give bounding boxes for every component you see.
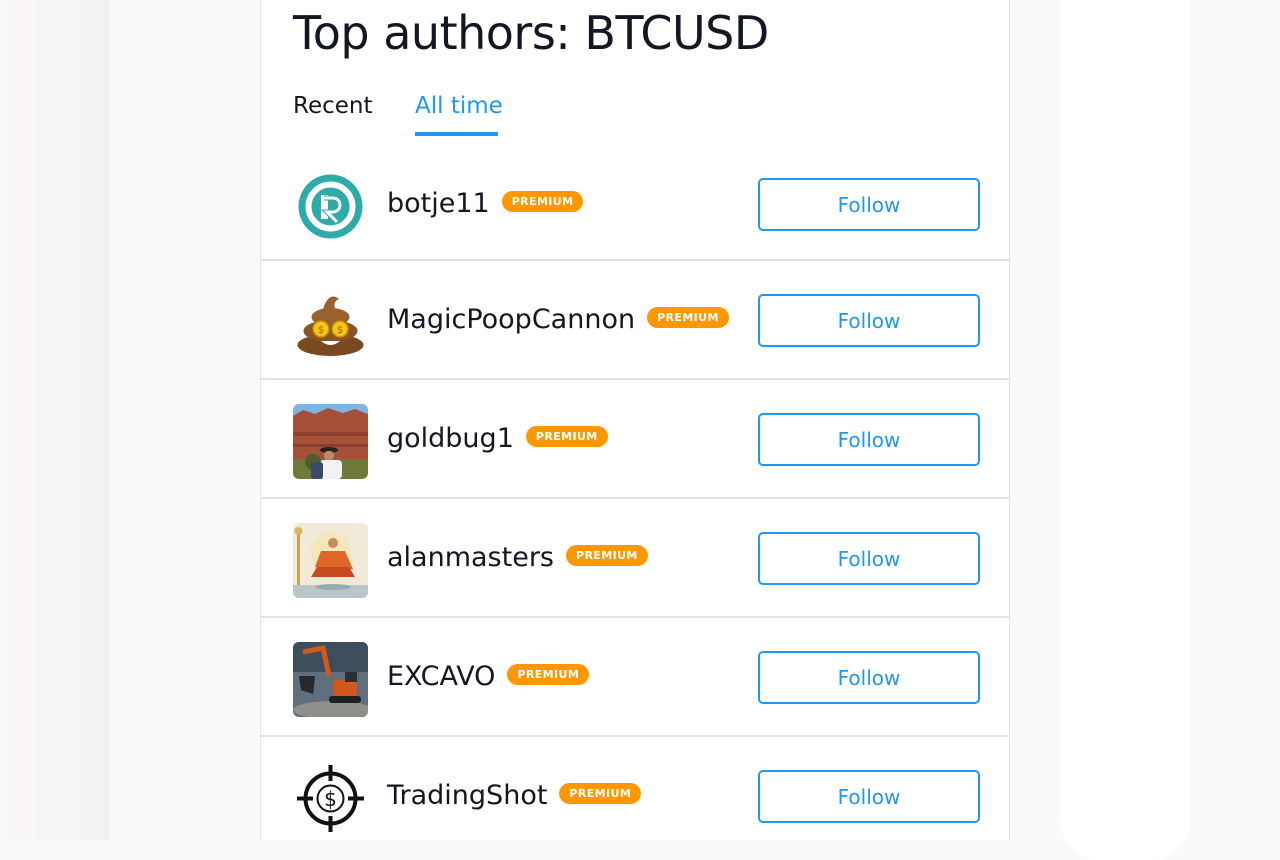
avatar-crosshair-dollar-icon[interactable]: $ [293,761,368,836]
premium-badge: PREMIUM [647,307,729,328]
author-name[interactable]: TradingShot [387,780,547,811]
author-name[interactable]: botje11 [387,188,490,219]
avatar-desert-photo-icon[interactable] [293,404,368,479]
premium-badge: PREMIUM [501,191,584,212]
author-row: botje11 PREMIUM Follow [261,145,1009,263]
author-name[interactable]: MagicPoopCannon [387,304,635,335]
author-name[interactable]: goldbug1 [387,423,514,454]
follow-button[interactable]: Follow [758,770,980,823]
page-background-right [1060,0,1190,860]
author-row: $ $ MagicPoopCannon PREMIUM Follow [261,259,1009,377]
author-name[interactable]: alanmasters [387,542,554,573]
avatar-poop-emoji-icon[interactable]: $ $ [293,285,368,360]
page-background-left [0,0,110,840]
premium-badge: PREMIUM [559,783,642,804]
premium-badge: PREMIUM [525,426,608,447]
follow-button[interactable]: Follow [758,651,980,704]
tab-all-time[interactable]: All time [415,88,503,124]
follow-button[interactable]: Follow [758,294,980,347]
premium-badge: PREMIUM [565,545,648,566]
page-title: Top authors: BTCUSD [293,6,769,60]
svg-text:$: $ [318,325,324,336]
author-name-wrap: goldbug1 PREMIUM [387,419,608,459]
author-name-wrap: botje11 PREMIUM [387,184,584,224]
svg-text:$: $ [324,787,337,811]
avatar-teal-logo-icon[interactable] [293,169,368,244]
author-name-wrap: EXCAVO PREMIUM [387,657,590,697]
svg-text:$: $ [337,325,343,336]
avatar-monk-painting-icon[interactable] [293,523,368,598]
follow-button[interactable]: Follow [758,413,980,466]
author-name-wrap: alanmasters PREMIUM [387,538,648,578]
author-row: $ TradingShot PREMIUM Follow [261,735,1009,840]
avatar-excavator-photo-icon[interactable] [293,642,368,717]
top-authors-panel: Top authors: BTCUSD Recent All time botj… [260,0,1010,840]
author-row: alanmasters PREMIUM Follow [261,497,1009,615]
follow-button[interactable]: Follow [758,532,980,585]
author-name-wrap: MagicPoopCannon PREMIUM [387,300,729,340]
author-name-wrap: TradingShot PREMIUM [387,776,642,816]
author-name[interactable]: EXCAVO [387,661,495,692]
tab-recent[interactable]: Recent [293,88,373,124]
premium-badge: PREMIUM [507,664,590,685]
author-row: EXCAVO PREMIUM Follow [261,616,1009,734]
active-tab-indicator [415,132,498,136]
follow-button[interactable]: Follow [758,178,980,231]
author-row: goldbug1 PREMIUM Follow [261,378,1009,496]
